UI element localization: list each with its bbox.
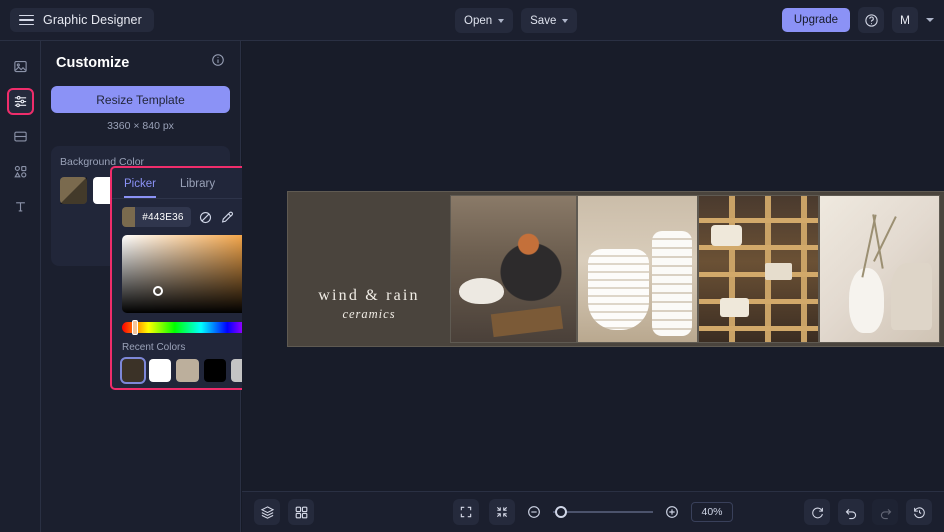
zoom-level-input[interactable]: 40%: [691, 502, 733, 522]
artboard-brand-block[interactable]: wind & rain ceramics: [288, 192, 450, 346]
avatar[interactable]: M: [892, 7, 918, 33]
panel-header: Customize: [51, 53, 230, 72]
layout-icon: [13, 131, 27, 142]
reset-rotate-icon: [811, 507, 823, 518]
zoom-slider[interactable]: [553, 505, 653, 519]
recent-color-swatch[interactable]: [119, 357, 147, 384]
artboard-brand-title: wind & rain: [318, 287, 420, 304]
saturation-value-cursor[interactable]: [153, 286, 164, 297]
current-color-chip: [122, 207, 136, 227]
zoom-out-button[interactable]: [525, 503, 543, 521]
redo-icon: [880, 508, 891, 519]
resize-template-button[interactable]: Resize Template: [51, 86, 230, 113]
grid-view-icon: [295, 506, 307, 518]
zoom-in-icon: [666, 506, 678, 518]
eyedropper-icon: [222, 211, 234, 223]
account-chevron-down-icon[interactable]: [926, 18, 934, 22]
chevron-down-icon: [498, 18, 505, 23]
redo-button[interactable]: [872, 499, 898, 525]
layers-button[interactable]: [254, 499, 280, 525]
layers-icon: [260, 505, 274, 519]
app-header: Graphic Designer Open Save Upgrade M: [0, 0, 944, 41]
no-color-button[interactable]: [198, 209, 213, 226]
eyedropper-button[interactable]: [220, 209, 235, 226]
sliders-icon: [14, 95, 26, 108]
recent-color-swatch[interactable]: [176, 359, 199, 382]
bottom-toolbar: 40%: [242, 491, 944, 532]
fullscreen-button[interactable]: [453, 499, 479, 525]
app-title: Graphic Designer: [43, 13, 142, 27]
fullscreen-icon: [460, 506, 472, 518]
undo-icon: [845, 508, 856, 519]
template-dimensions: 3360 × 840 px: [107, 120, 174, 132]
zoom-slider-track: [553, 511, 653, 513]
header-file-actions: Open Save: [455, 8, 578, 33]
save-button[interactable]: Save: [521, 8, 578, 33]
tab-picker[interactable]: Picker: [124, 178, 156, 198]
chevron-down-icon: [562, 18, 569, 23]
bottom-left-tools: [254, 499, 314, 525]
page-title: Customize: [56, 54, 130, 71]
undo-button[interactable]: [838, 499, 864, 525]
swatch[interactable]: [60, 177, 87, 204]
artboard-brand-subtitle: ceramics: [342, 307, 396, 321]
shapes-icon: [13, 165, 26, 178]
sidebar-item-layout[interactable]: [7, 123, 34, 150]
app-root: Graphic Designer Open Save Upgrade M Cus…: [0, 0, 944, 532]
upgrade-button[interactable]: Upgrade: [781, 8, 850, 32]
photo-vase-with-flowers[interactable]: [819, 195, 940, 343]
photo-pottery-shelves[interactable]: [698, 195, 819, 343]
zoom-slider-thumb[interactable]: [555, 506, 567, 518]
photo-stacked-plates[interactable]: [577, 195, 698, 343]
info-circle-icon: [212, 54, 224, 66]
fit-to-screen-icon: [496, 506, 508, 518]
hex-input[interactable]: #443E36: [122, 207, 191, 227]
history-button[interactable]: [906, 499, 932, 525]
history-icon: [913, 506, 925, 518]
sidebar-item-elements[interactable]: [7, 158, 34, 185]
zoom-controls: 40%: [453, 499, 733, 525]
question-circle-icon: [864, 13, 878, 27]
canvas-stage[interactable]: wind & rain ceramics: [242, 41, 944, 491]
hex-value: #443E36: [142, 211, 184, 223]
recent-color-swatch[interactable]: [149, 359, 172, 382]
sidebar-item-text[interactable]: [7, 193, 34, 220]
save-label: Save: [530, 14, 557, 27]
zoom-in-button[interactable]: [663, 503, 681, 521]
tab-library[interactable]: Library: [180, 178, 215, 198]
info-button[interactable]: [211, 53, 225, 72]
help-button[interactable]: [858, 7, 884, 33]
image-icon: [13, 60, 27, 73]
app-menu-button[interactable]: Graphic Designer: [10, 8, 154, 32]
sidebar-item-customize[interactable]: [6, 88, 34, 115]
photo-potter-at-wheel[interactable]: [450, 195, 577, 343]
artboard[interactable]: wind & rain ceramics: [287, 191, 944, 347]
fit-to-screen-button[interactable]: [489, 499, 515, 525]
reset-button[interactable]: [804, 499, 830, 525]
no-color-icon: [199, 211, 211, 223]
hue-slider-thumb[interactable]: [131, 320, 138, 335]
history-controls: [804, 499, 932, 525]
zoom-out-icon: [528, 506, 540, 518]
recent-color-swatch[interactable]: [203, 359, 226, 382]
open-button[interactable]: Open: [455, 8, 514, 33]
header-account-actions: Upgrade M: [781, 7, 934, 33]
grid-view-button[interactable]: [288, 499, 314, 525]
left-rail: [0, 41, 41, 532]
open-label: Open: [464, 14, 493, 27]
sidebar-item-media[interactable]: [7, 53, 34, 80]
hamburger-icon: [19, 14, 34, 26]
text-icon: [15, 202, 25, 212]
